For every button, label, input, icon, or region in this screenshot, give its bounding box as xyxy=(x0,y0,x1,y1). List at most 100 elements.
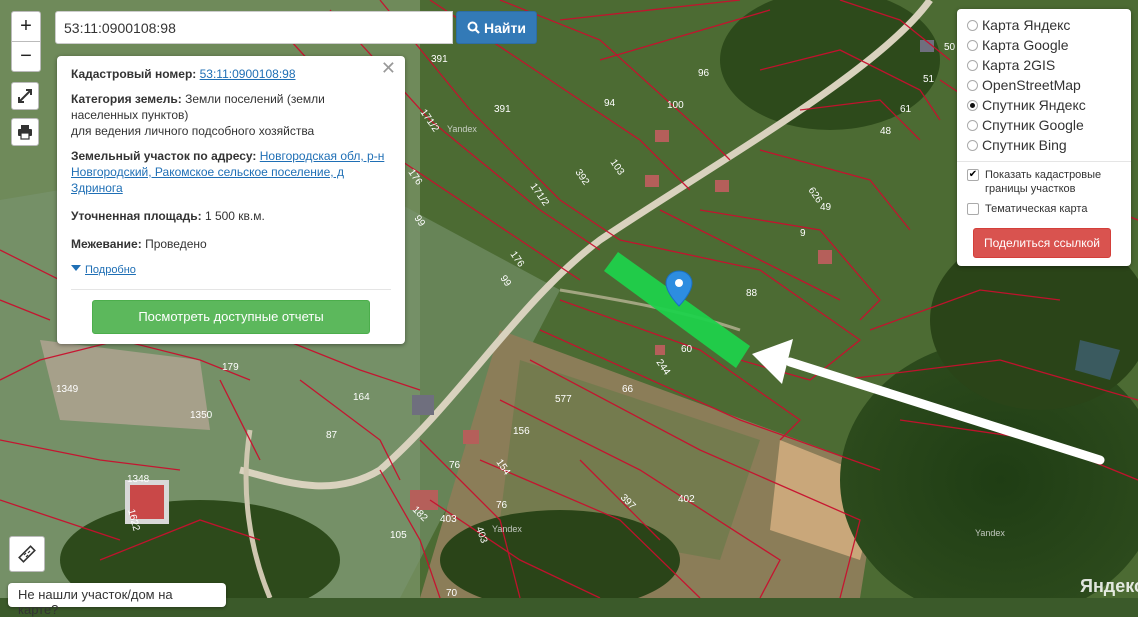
parcel-label: 100 xyxy=(667,100,684,111)
parcel-label: 94 xyxy=(604,98,616,109)
details-link[interactable]: Подробно xyxy=(71,264,136,276)
land-category-row: Категория земель: Земли поселений (земли… xyxy=(71,91,391,139)
view-reports-button[interactable]: Посмотреть доступные отчеты xyxy=(92,300,370,334)
parcel-label: 1348 xyxy=(127,474,150,485)
radio-icon xyxy=(967,59,978,71)
search-button[interactable]: Найти xyxy=(456,11,537,44)
print-icon xyxy=(18,125,32,140)
layer-option-yandex-map[interactable]: Карта Яндекс xyxy=(967,15,1121,35)
print-button[interactable] xyxy=(11,118,39,146)
parcel-label: 66 xyxy=(622,384,634,395)
parcel-label: 96 xyxy=(698,68,710,79)
show-boundaries-label: Показать кадастровые границы участков xyxy=(985,169,1102,195)
zoom-out-label: − xyxy=(20,45,32,67)
parcel-label: 577 xyxy=(555,394,572,405)
layer-option-google-map[interactable]: Карта Google xyxy=(967,35,1121,55)
parcel-label: 76 xyxy=(496,500,508,511)
search-icon xyxy=(467,21,480,34)
parcel-label: 50 xyxy=(944,42,956,53)
layer-option-label: Карта Google xyxy=(982,37,1069,53)
not-found-prompt[interactable]: Не нашли участок/дом на карте? xyxy=(8,583,226,617)
parcel-label: 403 xyxy=(440,514,457,525)
yandex-logo: Яндекс xyxy=(1080,576,1138,596)
layer-option-google-satellite[interactable]: Спутник Google xyxy=(967,115,1121,135)
category-label: Категория земель: xyxy=(71,92,182,106)
close-icon[interactable]: ✕ xyxy=(381,59,396,77)
search-button-label: Найти xyxy=(484,19,526,36)
radio-icon xyxy=(967,139,978,151)
area-label: Уточненная площадь: xyxy=(71,209,202,223)
caret-down-icon xyxy=(71,265,81,271)
ruler-button[interactable] xyxy=(9,536,45,572)
not-found-label: Не нашли участок/дом на карте? xyxy=(18,587,173,617)
show-boundaries-checkbox[interactable]: ✔ Показать кадастровые границы участков xyxy=(967,168,1121,196)
parcel-label: 60 xyxy=(681,344,693,355)
details-row: Подробно xyxy=(71,261,391,278)
category-use: для ведения личного подсобного хозяйства xyxy=(71,124,315,138)
map-watermark: Yandex xyxy=(447,124,477,134)
map-watermark: Yandex xyxy=(492,524,522,534)
zoom-in-button[interactable]: + xyxy=(11,11,41,42)
thematic-map-checkbox[interactable]: Тематическая карта xyxy=(967,202,1121,216)
share-link-label: Поделиться ссылкой xyxy=(984,236,1100,250)
radio-icon xyxy=(967,119,978,131)
layer-option-2gis-map[interactable]: Карта 2GIS xyxy=(967,55,1121,75)
parcel-label: 1350 xyxy=(190,410,213,421)
parcel-label: 391 xyxy=(431,54,448,65)
thematic-map-label: Тематическая карта xyxy=(985,203,1088,215)
radio-selected-icon xyxy=(967,99,978,111)
parcel-label: 61 xyxy=(900,104,912,115)
parcel-label: 1349 xyxy=(56,384,79,395)
address-label: Земельный участок по адресу: xyxy=(71,149,257,163)
view-reports-label: Посмотреть доступные отчеты xyxy=(138,309,324,324)
share-link-button[interactable]: Поделиться ссылкой xyxy=(973,228,1111,258)
checkmark-icon: ✔ xyxy=(967,169,979,181)
parcel-label: 51 xyxy=(923,74,935,85)
fullscreen-button[interactable] xyxy=(11,82,39,110)
parcel-info-panel: ✕ Кадастровый номер: 53:11:0900108:98 Ка… xyxy=(57,56,405,344)
panel-divider xyxy=(71,289,391,290)
layers-divider xyxy=(957,161,1131,162)
layer-option-label: Карта 2GIS xyxy=(982,57,1056,73)
cadastral-number-row: Кадастровый номер: 53:11:0900108:98 xyxy=(71,66,391,82)
checkbox-icon xyxy=(967,203,979,215)
parcel-label: 156 xyxy=(513,426,530,437)
layer-option-bing-satellite[interactable]: Спутник Bing xyxy=(967,135,1121,155)
area-row: Уточненная площадь: 1 500 кв.м. xyxy=(71,208,391,224)
zoom-out-button[interactable]: − xyxy=(11,41,41,72)
survey-value: Проведено xyxy=(145,237,207,251)
layer-option-openstreetmap[interactable]: OpenStreetMap xyxy=(967,75,1121,95)
parcel-label: 105 xyxy=(390,530,407,541)
search-input[interactable] xyxy=(55,11,453,44)
survey-label: Межевание: xyxy=(71,237,142,251)
area-value: 1 500 кв.м. xyxy=(204,209,265,223)
radio-icon xyxy=(967,19,978,31)
fullscreen-icon xyxy=(18,89,32,103)
parcel-label: 164 xyxy=(353,392,370,403)
ruler-icon xyxy=(18,545,36,563)
parcel-label: 402 xyxy=(678,494,695,505)
parcel-label: 49 xyxy=(820,202,832,213)
layer-option-label: OpenStreetMap xyxy=(982,77,1081,93)
layer-option-yandex-satellite[interactable]: Спутник Яндекс xyxy=(967,95,1121,115)
details-link-label: Подробно xyxy=(85,264,136,276)
parcel-label: 88 xyxy=(746,288,758,299)
cadastral-label: Кадастровый номер: xyxy=(71,67,197,81)
radio-icon xyxy=(967,39,978,51)
radio-icon xyxy=(967,79,978,91)
layer-option-label: Спутник Google xyxy=(982,117,1084,133)
layer-option-label: Спутник Bing xyxy=(982,137,1067,153)
parcel-label: 76 xyxy=(449,460,461,471)
survey-row: Межевание: Проведено xyxy=(71,236,391,252)
parcel-label: 179 xyxy=(222,362,239,373)
map-watermark: Yandex xyxy=(975,528,1005,538)
parcel-label: 70 xyxy=(446,588,458,598)
parcel-label: 87 xyxy=(326,430,338,441)
layer-option-label: Карта Яндекс xyxy=(982,17,1071,33)
layer-option-label: Спутник Яндекс xyxy=(982,97,1086,113)
cadastral-number-link[interactable]: 53:11:0900108:98 xyxy=(200,67,296,81)
layers-panel: Карта Яндекс Карта Google Карта 2GIS Ope… xyxy=(957,9,1131,266)
parcel-label: 391 xyxy=(494,104,511,115)
zoom-in-label: + xyxy=(20,15,32,37)
address-row: Земельный участок по адресу: Новгородска… xyxy=(71,148,391,196)
